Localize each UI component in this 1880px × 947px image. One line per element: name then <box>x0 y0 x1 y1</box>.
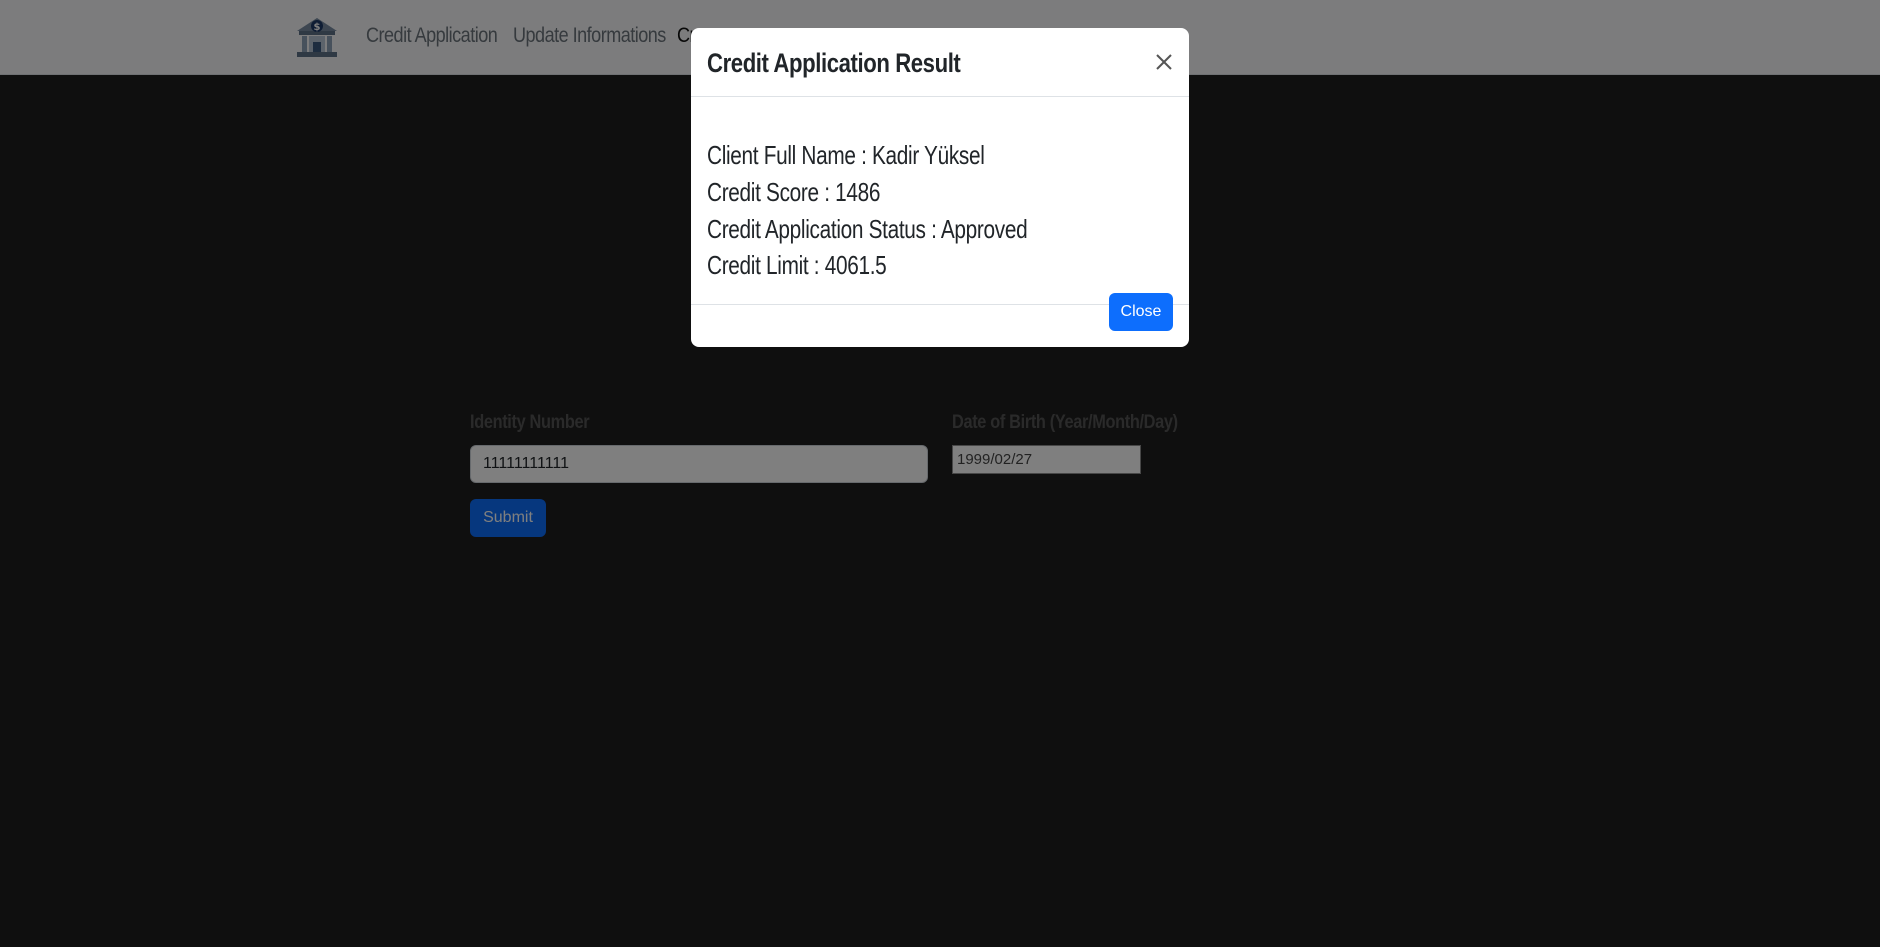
credit-application-status: Credit Application Status : Approved <box>707 214 1028 244</box>
modal-title: Credit Application Result <box>707 48 961 78</box>
modal-header: Credit Application Result <box>691 28 1189 97</box>
credit-result-modal: Credit Application Result Client Full Na… <box>691 28 1189 347</box>
close-icon[interactable] <box>1152 50 1176 74</box>
credit-score: Credit Score : 1486 <box>707 177 881 207</box>
close-button[interactable]: Close <box>1109 293 1173 331</box>
credit-limit: Credit Limit : 4061.5 <box>707 250 887 280</box>
modal-body: Client Full Name : Kadir Yüksel Credit S… <box>691 97 1189 305</box>
client-full-name: Client Full Name : Kadir Yüksel <box>707 140 985 170</box>
